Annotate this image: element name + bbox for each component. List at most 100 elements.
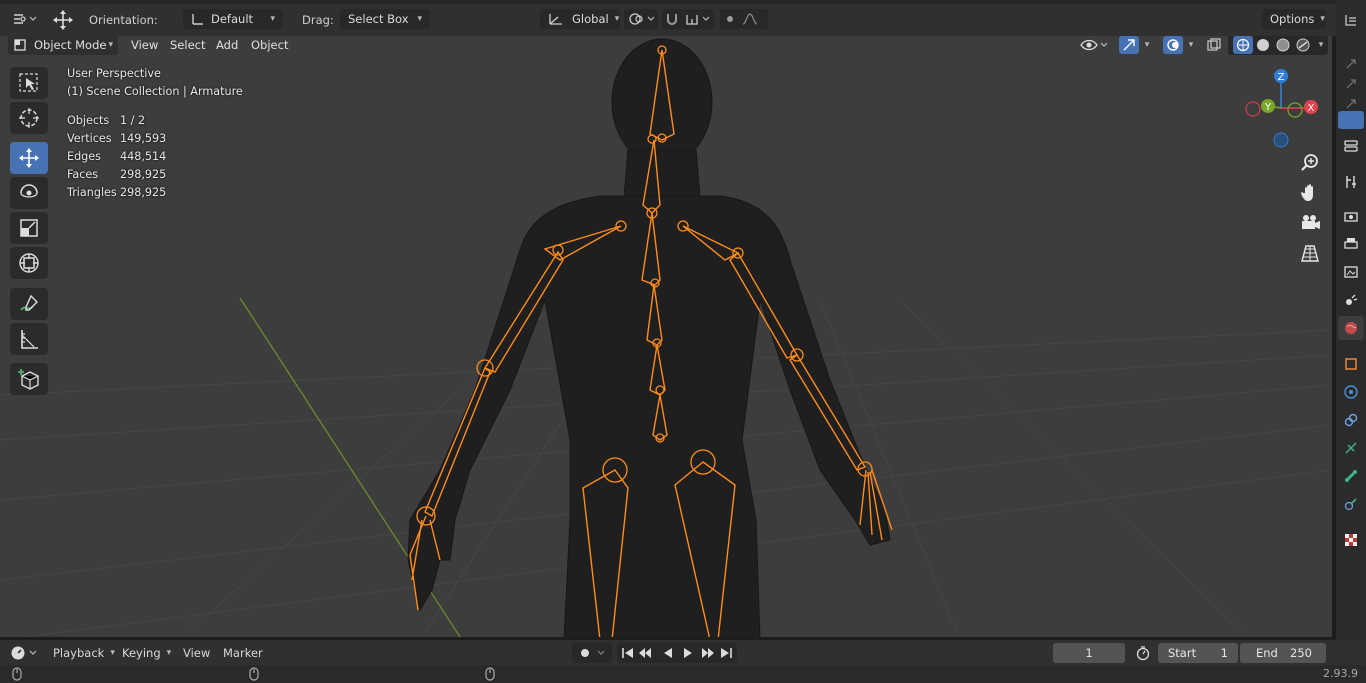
- options-dropdown[interactable]: Options ▾: [1262, 9, 1326, 29]
- world-icon[interactable]: [1338, 316, 1364, 340]
- stat-label: Vertices: [67, 132, 112, 145]
- scene-icon[interactable]: [1338, 288, 1364, 312]
- physics-icon[interactable]: [1338, 380, 1364, 404]
- timeline-header: Playback ▾ Keying ▾ View Marker 1 Start 1 …: [0, 640, 1366, 665]
- navigation-gizmo[interactable]: Z Y X: [1245, 69, 1318, 148]
- rotate-tool[interactable]: [10, 177, 48, 209]
- snapping-toggle[interactable]: [662, 9, 714, 29]
- mode-value: Object Mode: [34, 38, 107, 52]
- orientation-dropdown[interactable]: Default ▾: [183, 9, 283, 29]
- menu-add[interactable]: Add: [210, 36, 244, 54]
- tool-settings-icon[interactable]: [1338, 134, 1364, 158]
- start-label: Start: [1168, 646, 1197, 660]
- pivot-point-dropdown[interactable]: [624, 9, 658, 29]
- camera-view-button[interactable]: [1296, 208, 1324, 236]
- armature-data-icon[interactable]: [1338, 436, 1364, 460]
- perspective-toggle-button[interactable]: [1296, 239, 1324, 267]
- stat-objects: Objects 1 / 2: [67, 114, 145, 127]
- gizmo-y-label: Y: [1264, 102, 1272, 113]
- scale-tool[interactable]: [10, 212, 48, 244]
- menu-marker[interactable]: Marker: [223, 643, 263, 663]
- gizmo-neg-x: [1245, 101, 1261, 117]
- output-icon[interactable]: [1338, 232, 1364, 256]
- material-shading-icon[interactable]: [1273, 38, 1293, 52]
- chevron-down-icon: ▾: [614, 14, 620, 24]
- measure-tool[interactable]: [10, 323, 48, 355]
- orientation-axis-icon: [192, 14, 203, 25]
- proportional-editing-toggle[interactable]: [720, 9, 768, 29]
- transform-orientation-dropdown[interactable]: Global ▾: [540, 9, 620, 29]
- options-label: Options: [1270, 12, 1315, 26]
- stat-label: Objects: [67, 114, 110, 127]
- menu-view[interactable]: View: [183, 643, 210, 663]
- bone-constraints-icon[interactable]: [1338, 492, 1364, 516]
- annotate-tool[interactable]: [10, 288, 48, 320]
- orientation-label: Orientation:: [89, 13, 158, 27]
- interaction-mode-dropdown[interactable]: Object Mode ▾: [8, 36, 118, 55]
- current-frame-field[interactable]: 1: [1053, 643, 1125, 663]
- rendered-shading-icon[interactable]: [1293, 38, 1313, 52]
- move-icon: [19, 148, 39, 168]
- transform-orientation-icon: [549, 14, 562, 25]
- menu-keying[interactable]: Keying ▾: [122, 643, 171, 663]
- gizmo-toggle[interactable]: ▾: [1114, 36, 1154, 55]
- overlays-toggle[interactable]: ▾: [1158, 36, 1198, 55]
- end-label: End: [1256, 646, 1278, 660]
- chevron-down-icon: ▾: [1144, 40, 1150, 50]
- add-cube-icon: [18, 369, 39, 390]
- drag-dropdown[interactable]: Select Box ▾: [340, 9, 430, 29]
- menu-view[interactable]: View: [125, 36, 164, 54]
- 3d-viewport[interactable]: Z Y X Object Mode ▾ View Select Add Obje…: [0, 36, 1332, 637]
- preview-range-toggle[interactable]: [1133, 643, 1153, 663]
- end-frame-field[interactable]: End 250: [1240, 643, 1326, 663]
- view-layer-icon[interactable]: [1338, 260, 1364, 284]
- solid-shading-icon[interactable]: [1253, 38, 1273, 52]
- texture-icon[interactable]: [1338, 528, 1364, 552]
- outliner-icon[interactable]: [1338, 8, 1364, 32]
- stat-label: Edges: [67, 150, 101, 163]
- shading-mode-group[interactable]: ▾: [1228, 36, 1328, 55]
- timeline-editor-type-button[interactable]: [8, 643, 40, 663]
- tool-icon[interactable]: [1338, 170, 1364, 194]
- overlays-icon: [1162, 36, 1183, 54]
- playback-controls[interactable]: [617, 643, 737, 663]
- xray-toggle[interactable]: [1204, 36, 1224, 55]
- start-frame-field[interactable]: Start 1: [1158, 643, 1238, 663]
- zoom-button[interactable]: [1296, 149, 1324, 177]
- chevron-down-icon: ▾: [1318, 40, 1324, 50]
- gizmo-icon: [1118, 36, 1139, 54]
- select-box-tool[interactable]: [10, 67, 48, 99]
- workspace-tabs-strip: [0, 0, 1336, 4]
- version-label: 2.93.9: [1323, 667, 1358, 680]
- transform-orientation-value: Global: [572, 12, 609, 26]
- active-properties-tab[interactable]: [1338, 111, 1364, 129]
- rotate-icon: [20, 184, 38, 198]
- cursor-icon: [19, 108, 39, 128]
- wireframe-shading-icon[interactable]: [1232, 36, 1253, 54]
- view-name: User Perspective: [67, 67, 161, 80]
- chevron-down-icon: ▾: [417, 14, 422, 24]
- transform-tool[interactable]: [10, 247, 48, 279]
- bone-icon[interactable]: [1338, 464, 1364, 488]
- render-icon[interactable]: [1338, 204, 1364, 228]
- constraints-icon[interactable]: [1338, 408, 1364, 432]
- auto-keying-toggle[interactable]: [572, 643, 612, 663]
- gizmo-x-label: X: [1308, 103, 1315, 114]
- measure-icon: [21, 330, 38, 349]
- scene-canvas: Z Y X: [0, 38, 1332, 637]
- drag-label: Drag:: [302, 13, 334, 27]
- editor-type-button[interactable]: [8, 9, 40, 29]
- add-cube-tool[interactable]: [10, 363, 48, 395]
- status-bar: 2.93.9: [0, 665, 1366, 683]
- eye-icon: [1080, 39, 1108, 51]
- move-tool[interactable]: [10, 142, 48, 174]
- cursor-tool[interactable]: [10, 102, 48, 134]
- menu-playback[interactable]: Playback ▾: [53, 643, 115, 663]
- object-icon[interactable]: [1338, 352, 1364, 376]
- pan-button[interactable]: [1296, 178, 1324, 206]
- proportional-editing-icon: [727, 13, 758, 25]
- snap-magnet-icon: [667, 14, 710, 25]
- visibility-dropdown[interactable]: [1078, 36, 1110, 55]
- menu-object[interactable]: Object: [245, 36, 294, 54]
- menu-select[interactable]: Select: [164, 36, 211, 54]
